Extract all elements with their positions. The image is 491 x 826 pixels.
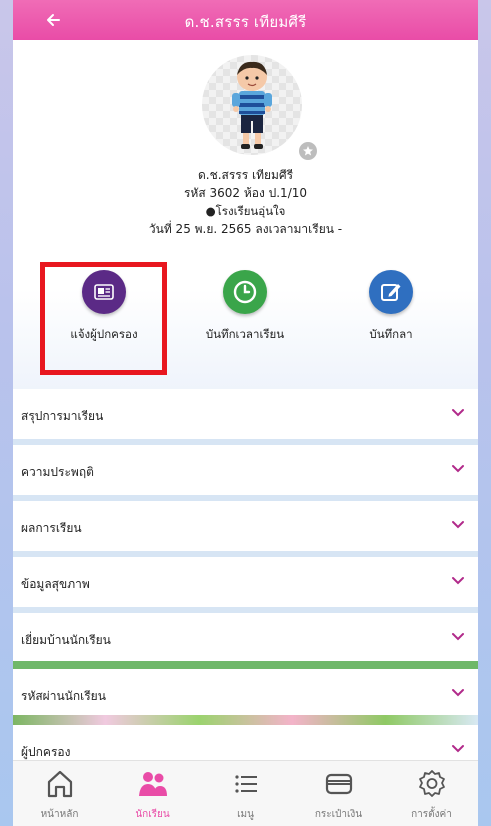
home-icon [47, 770, 72, 798]
avatar [202, 55, 302, 155]
section-list: สรุปการมาเรียน ความประพฤติ ผลการเรียน ข้… [13, 389, 478, 781]
section-label: ข้อมูลสุขภาพ [21, 577, 90, 591]
chevron-down-icon [452, 633, 464, 641]
section-label: สรุปการมาเรียน [21, 409, 104, 423]
school-status: ●โรงเรียนอุ่นใจ [205, 204, 286, 218]
edit-icon [381, 284, 401, 301]
nav-label: กระเป๋าเงิน [314, 809, 363, 820]
menu-icon [234, 775, 257, 793]
section-label: เยี่ยมบ้านนักเรียน [21, 633, 111, 647]
record-attendance-label: บันทึกเวลาเรียน [205, 327, 285, 341]
student-avatar-icon [232, 61, 272, 149]
chevron-down-icon [452, 689, 464, 697]
record-attendance-circle [223, 270, 267, 314]
section-label: รหัสผ่านนักเรียน [21, 689, 106, 703]
nav-label: หน้าหลัก [40, 809, 79, 820]
chevron-down-icon [452, 745, 464, 753]
nav-wallet[interactable]: กระเป๋าเงิน [292, 767, 385, 822]
nav-label: นักเรียน [135, 809, 170, 820]
star-icon [303, 146, 313, 156]
section-health[interactable]: ข้อมูลสุขภาพ [13, 557, 478, 613]
nav-students[interactable]: นักเรียน [106, 767, 199, 822]
favorite-badge[interactable] [297, 140, 319, 162]
student-name: ด.ช.สรรร เทียมศีรี [197, 168, 294, 182]
section-grades[interactable]: ผลการเรียน [13, 501, 478, 557]
students-icon [138, 772, 167, 796]
record-leave-button[interactable]: บันทึกลา [331, 270, 451, 344]
top-bar: ด.ช.สรรร เทียมศีรี [13, 0, 478, 40]
section-label: ความประพฤติ [21, 465, 94, 479]
bottom-nav: หน้าหลัก นักเรียน เมนู กระเป๋าเงิน การตั… [13, 760, 478, 826]
wallet-icon [325, 773, 352, 795]
section-label: ผลการเรียน [21, 521, 82, 535]
nav-home[interactable]: หน้าหลัก [13, 767, 106, 822]
clock-icon [233, 280, 257, 304]
settings-icon [418, 770, 445, 797]
highlight-box [40, 262, 167, 375]
app-frame: ด.ช.สรรร เทียมศีรี ด.ช.สรรร เทียมศีรี รห… [13, 0, 478, 826]
record-attendance-button[interactable]: บันทึกเวลาเรียน [185, 270, 305, 344]
nav-label: การตั้งค่า [411, 809, 452, 820]
section-student-password[interactable]: รหัสผ่านนักเรียน [13, 669, 478, 725]
record-leave-circle [369, 270, 413, 314]
student-id-class: รหัส 3602 ห้อง ป.1/10 [183, 186, 308, 200]
nav-menu[interactable]: เมนู [199, 767, 292, 822]
nav-label: เมนู [237, 809, 254, 820]
chevron-down-icon [452, 409, 464, 417]
section-behavior[interactable]: ความประพฤติ [13, 445, 478, 501]
chevron-down-icon [452, 465, 464, 473]
record-leave-label: บันทึกลา [369, 327, 413, 341]
section-home-visit[interactable]: เยี่ยมบ้านนักเรียน [13, 613, 478, 669]
attendance-date: วันที่ 25 พ.ย. 2565 ลงเวลามาเรียน - [148, 222, 343, 236]
chevron-down-icon [452, 521, 464, 529]
chevron-down-icon [452, 577, 464, 585]
student-profile: ด.ช.สรรร เทียมศีรี รหัส 3602 ห้อง ป.1/10… [13, 40, 478, 395]
section-attendance-summary[interactable]: สรุปการมาเรียน [13, 389, 478, 445]
nav-settings[interactable]: การตั้งค่า [385, 767, 478, 822]
page-title: ด.ช.สรรร เทียมศีรี [184, 13, 307, 31]
